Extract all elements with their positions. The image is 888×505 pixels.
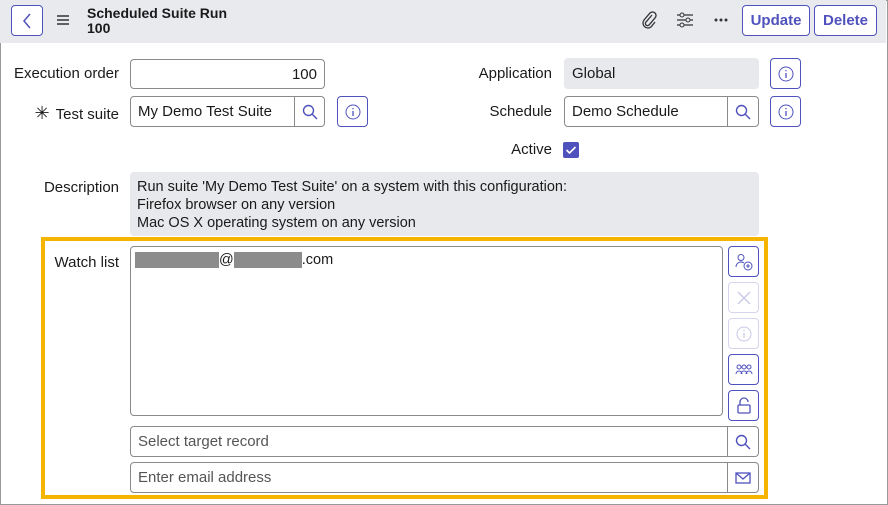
- sliders-icon[interactable]: [677, 12, 693, 28]
- description-label: Description: [43, 179, 119, 196]
- back-button[interactable]: [11, 5, 43, 36]
- test-suite-label: Test suite: [55, 106, 119, 123]
- page-title: Scheduled Suite Run: [87, 5, 228, 21]
- info-icon: [778, 104, 793, 119]
- test-suite-search-button[interactable]: [295, 96, 325, 127]
- watch-list-label: Watch list: [54, 254, 119, 271]
- more-icon[interactable]: [714, 18, 728, 22]
- redacted-block: [233, 252, 302, 269]
- schedule-search-button[interactable]: [728, 96, 759, 127]
- email-add-button[interactable]: [728, 462, 759, 493]
- info-icon: [736, 326, 751, 341]
- email-input[interactable]: Enter email address: [130, 462, 728, 493]
- watch-list-entry[interactable]: @ .com: [135, 252, 333, 269]
- search-icon: [302, 104, 317, 119]
- description-line: Run suite 'My Demo Test Suite' on a syst…: [137, 179, 567, 195]
- redacted-block: [135, 252, 219, 269]
- paperclip-icon[interactable]: [641, 11, 657, 29]
- info-icon: [345, 104, 360, 119]
- chevron-left-icon: [23, 13, 31, 28]
- description-field: Run suite 'My Demo Test Suite' on a syst…: [130, 172, 759, 236]
- description-line: Mac OS X operating system on any version: [137, 215, 416, 231]
- search-icon: [735, 104, 751, 119]
- target-record-search-button[interactable]: [728, 426, 759, 457]
- mail-icon: [735, 471, 751, 484]
- unlock-button[interactable]: [728, 390, 759, 421]
- application-label: Application: [478, 65, 552, 82]
- remove-button[interactable]: [728, 282, 759, 313]
- schedule-input[interactable]: Demo Schedule: [564, 96, 728, 127]
- schedule-info-button[interactable]: [770, 96, 801, 127]
- watch-info-button[interactable]: [728, 318, 759, 349]
- application-info-button[interactable]: [770, 58, 801, 89]
- execution-order-input[interactable]: 100: [130, 59, 325, 89]
- group-button[interactable]: [728, 354, 759, 385]
- test-suite-input[interactable]: My Demo Test Suite: [130, 96, 295, 127]
- info-icon: [778, 66, 793, 81]
- schedule-label: Schedule: [489, 103, 552, 120]
- active-label: Active: [511, 141, 552, 158]
- watch-list-box[interactable]: @ .com: [130, 246, 723, 416]
- add-user-button[interactable]: [728, 246, 759, 277]
- search-icon: [735, 434, 751, 449]
- description-line: Firefox browser on any version: [137, 197, 336, 213]
- test-suite-info-button[interactable]: [337, 96, 368, 127]
- check-icon: [565, 146, 577, 155]
- execution-order-label: Execution order: [13, 65, 119, 82]
- application-input: Global: [564, 58, 759, 89]
- target-record-input[interactable]: Select target record: [130, 426, 728, 457]
- add-user-icon: [735, 253, 752, 270]
- group-icon: [735, 364, 752, 374]
- close-icon: [737, 291, 750, 304]
- delete-button[interactable]: Delete: [814, 5, 877, 36]
- active-checkbox[interactable]: [563, 142, 579, 158]
- menu-icon[interactable]: [57, 15, 69, 25]
- page-subtitle: 100: [87, 20, 111, 36]
- unlock-icon: [736, 396, 751, 414]
- required-icon: ✳: [34, 103, 50, 123]
- update-button[interactable]: Update: [742, 5, 810, 36]
